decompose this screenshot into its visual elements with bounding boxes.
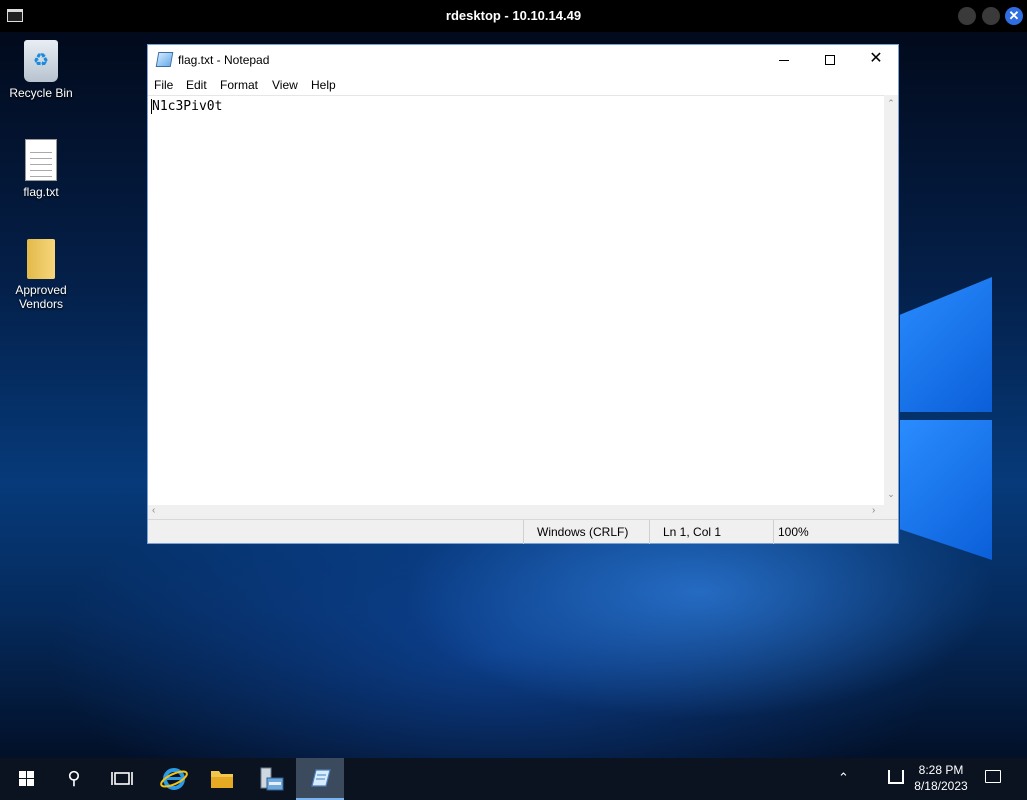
horizontal-scrollbar[interactable]: ‹ › — [148, 505, 884, 519]
file-explorer-icon — [211, 771, 233, 788]
desktop-icon-approved-vendors[interactable]: Approved Vendors — [4, 239, 78, 311]
vertical-scrollbar[interactable]: ⌃ ⌄ — [884, 95, 898, 505]
server-manager-button[interactable] — [247, 758, 295, 800]
notepad-minimize-button[interactable] — [761, 45, 807, 75]
text-file-icon — [25, 139, 57, 181]
menu-format[interactable]: Format — [220, 78, 258, 92]
file-explorer-button[interactable] — [198, 758, 246, 800]
menu-help[interactable]: Help — [311, 78, 336, 92]
notification-icon[interactable] — [985, 770, 1001, 783]
clock-date: 8/18/2023 — [914, 779, 968, 793]
internet-explorer-icon — [160, 768, 188, 790]
minimize-button[interactable] — [958, 7, 976, 25]
search-button[interactable]: ⚲ — [50, 758, 98, 800]
status-line-ending: Windows (CRLF) — [523, 520, 649, 544]
task-view-icon — [111, 772, 133, 785]
start-button[interactable] — [1, 758, 49, 800]
windows-logo-pane — [900, 420, 992, 560]
desktop-icon-recycle-bin[interactable]: Recycle Bin — [4, 40, 78, 100]
rdesktop-titlebar: rdesktop - 10.10.14.49 ✕ — [0, 0, 1027, 32]
notepad-window[interactable]: flag.txt - Notepad ✕ File Edit Format Vi… — [147, 44, 899, 544]
rdesktop-title: rdesktop - 10.10.14.49 — [445, 8, 582, 23]
menu-file[interactable]: File — [154, 78, 173, 92]
close-button[interactable]: ✕ — [1005, 7, 1023, 25]
desktop-icon-label: Approved Vendors — [15, 283, 67, 311]
taskbar-clock[interactable]: 8:28 PM 8/18/2023 — [905, 762, 977, 794]
task-view-button[interactable] — [98, 758, 146, 800]
notepad-text-area[interactable]: N1c3Piv0t — [148, 95, 884, 505]
status-zoom: 100% — [773, 520, 898, 544]
notepad-titlebar[interactable]: flag.txt - Notepad ✕ — [148, 45, 898, 75]
scroll-down-icon[interactable]: ⌄ — [884, 489, 898, 500]
menu-edit[interactable]: Edit — [186, 78, 207, 92]
notepad-statusbar: Windows (CRLF) Ln 1, Col 1 100% — [148, 519, 898, 544]
notepad-content: N1c3Piv0t — [152, 99, 223, 114]
network-icon[interactable] — [888, 770, 904, 784]
internet-explorer-button[interactable] — [150, 758, 198, 800]
scroll-left-icon[interactable]: ‹ — [152, 505, 155, 516]
desktop-icon-label: flag.txt — [23, 185, 59, 199]
maximize-button[interactable] — [982, 7, 1000, 25]
server-manager-icon — [260, 767, 284, 791]
menu-view[interactable]: View — [272, 78, 298, 92]
notepad-icon — [155, 52, 174, 67]
scroll-right-icon[interactable]: › — [872, 505, 875, 516]
recycle-bin-icon — [24, 40, 58, 82]
chevron-up-icon[interactable]: ⌃ — [838, 770, 849, 786]
notepad-title: flag.txt - Notepad — [178, 53, 270, 67]
folder-icon — [27, 239, 55, 279]
notepad-icon — [311, 769, 331, 787]
minimize-icon — [779, 59, 789, 61]
notepad-close-button[interactable]: ✕ — [853, 45, 899, 75]
clock-time: 8:28 PM — [918, 763, 964, 777]
windows-logo-pane — [900, 277, 992, 412]
desktop-icon-flag-txt[interactable]: flag.txt — [4, 139, 78, 199]
status-position: Ln 1, Col 1 — [649, 520, 773, 544]
notepad-maximize-button[interactable] — [807, 45, 853, 75]
notepad-taskbar-button[interactable] — [296, 758, 344, 800]
taskbar: ⚲ ⌃ 8:28 PM 8/18/2023 — [0, 758, 1027, 800]
notepad-menubar: File Edit Format View Help — [148, 75, 898, 95]
search-icon: ⚲ — [67, 768, 81, 788]
desktop-icon-label: Recycle Bin — [9, 86, 73, 100]
scroll-up-icon[interactable]: ⌃ — [884, 98, 898, 109]
scrollbar-corner — [884, 505, 898, 519]
maximize-icon — [825, 55, 835, 66]
